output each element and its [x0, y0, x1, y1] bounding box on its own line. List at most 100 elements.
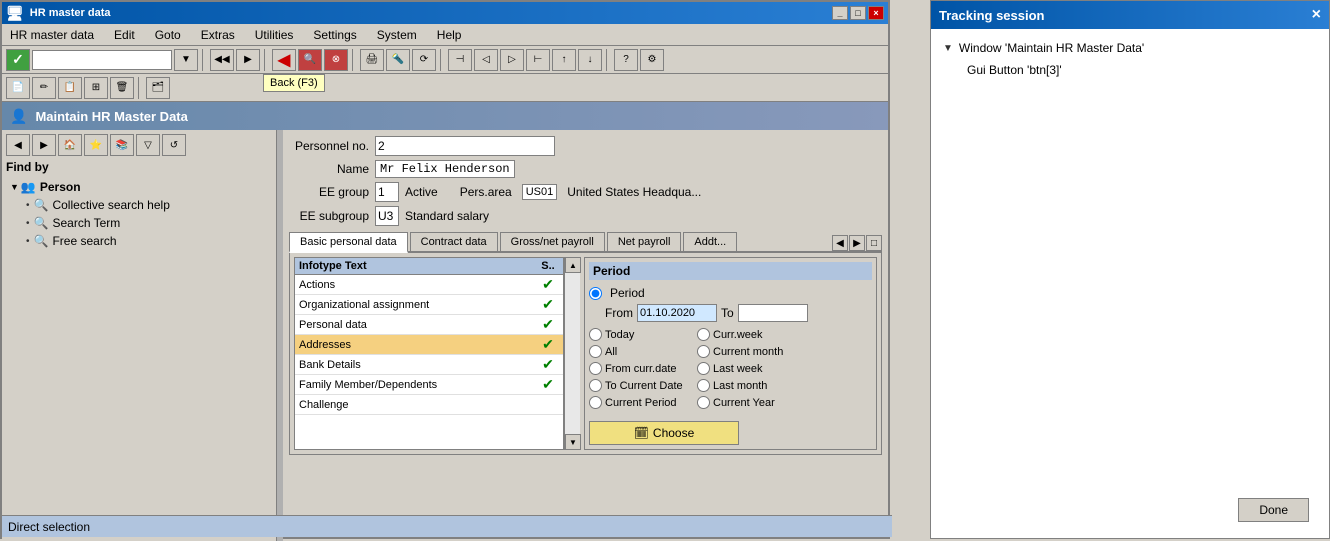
tab-scroll: ◀ ▶ □: [832, 235, 882, 251]
menu-goto[interactable]: Goto: [151, 26, 185, 44]
tab-content: Infotype Text S.. Actions ✔ Organization…: [289, 253, 882, 455]
period-radio[interactable]: [589, 287, 602, 300]
radio-last-week[interactable]: Last week: [697, 362, 797, 375]
it-row-1[interactable]: Organizational assignment ✔: [295, 295, 563, 315]
copy-btn[interactable]: 📋: [58, 77, 82, 99]
content-area: ◀ ▶ 🏠 ⭐ 📚 ▽ ↺ Find by ▼ 👥 Person • 🔍 Col…: [2, 130, 888, 541]
tree-child-free-search[interactable]: • 🔍 Free search: [6, 232, 272, 250]
ee-group-text: Active: [405, 185, 438, 199]
menu-edit[interactable]: Edit: [110, 26, 139, 44]
delete-btn[interactable]: 🗑: [110, 77, 134, 99]
nav-filter-btn[interactable]: ▽: [136, 134, 160, 156]
scroll-track[interactable]: [565, 273, 580, 434]
tree-child-search-term[interactable]: • 🔍 Search Term: [6, 214, 272, 232]
menu-system[interactable]: System: [373, 26, 421, 44]
find-btn[interactable]: 🔦: [386, 49, 410, 71]
period-from-input[interactable]: [637, 304, 717, 322]
radio-all[interactable]: All: [589, 345, 689, 358]
splitter[interactable]: [277, 130, 283, 541]
ee-group-input[interactable]: [375, 182, 399, 202]
it-row-3[interactable]: Addresses ✔: [295, 335, 563, 355]
nav-hist-btn[interactable]: 📚: [110, 134, 134, 156]
tracking-gui-item[interactable]: Gui Button 'btn[3]': [943, 63, 1317, 77]
it-header: Infotype Text S..: [295, 258, 563, 275]
choose-button[interactable]: 🗓 Choose: [589, 421, 739, 445]
scroll-up-btn[interactable]: ▲: [565, 257, 581, 273]
nav-right-btn[interactable]: ▶: [32, 134, 56, 156]
tab-scroll-right[interactable]: ▶: [849, 235, 865, 251]
find-next-btn[interactable]: ⟳: [412, 49, 436, 71]
radio-curr-week[interactable]: Curr.week: [697, 328, 797, 341]
save-button[interactable]: ✓: [6, 49, 30, 71]
last-btn[interactable]: ⊢: [526, 49, 550, 71]
maximize-button[interactable]: □: [850, 6, 866, 20]
arr4-btn[interactable]: ↑: [552, 49, 576, 71]
personnel-row: Personnel no.: [289, 136, 882, 156]
radio-to-current-date[interactable]: To Current Date: [589, 379, 689, 392]
menu-hr-master[interactable]: HR master data: [6, 26, 98, 44]
ee-subgroup-input[interactable]: [375, 206, 399, 226]
overview-btn[interactable]: 🗂: [146, 77, 170, 99]
tab-contract[interactable]: Contract data: [410, 232, 498, 251]
tab-scroll-left[interactable]: ◀: [832, 235, 848, 251]
it-row-0[interactable]: Actions ✔: [295, 275, 563, 295]
done-button[interactable]: Done: [1238, 498, 1309, 522]
nav-left-btn[interactable]: ◀: [6, 134, 30, 156]
menu-extras[interactable]: Extras: [197, 26, 239, 44]
radio-last-month[interactable]: Last month: [697, 379, 797, 392]
choose-label: Choose: [653, 426, 694, 440]
tree-child-collective[interactable]: • 🔍 Collective search help: [6, 196, 272, 214]
it-row-2[interactable]: Personal data ✔: [295, 315, 563, 335]
it-row-4[interactable]: Bank Details ✔: [295, 355, 563, 375]
arr5-btn[interactable]: ↓: [578, 49, 602, 71]
search-btn[interactable]: 🔍: [298, 49, 322, 71]
nav-home-btn[interactable]: 🏠: [58, 134, 82, 156]
tab-expand[interactable]: □: [866, 235, 882, 251]
radio-current-period[interactable]: Current Period: [589, 396, 689, 409]
nav-back-button[interactable]: ◀◀: [210, 49, 234, 71]
it-row-check-5: ✔: [533, 376, 563, 393]
back-button[interactable]: ◀ Back (F3): [272, 49, 296, 71]
settings2-btn[interactable]: ⚙: [640, 49, 664, 71]
next-btn[interactable]: ▷: [500, 49, 524, 71]
tracking-close-button[interactable]: ×: [1312, 6, 1321, 24]
tree-parent-person[interactable]: ▼ 👥 Person: [6, 178, 272, 196]
radio-current-year[interactable]: Current Year: [697, 396, 797, 409]
help-btn[interactable]: ?: [614, 49, 638, 71]
new-btn[interactable]: 📄: [6, 77, 30, 99]
radio-from-curr-date[interactable]: From curr.date: [589, 362, 689, 375]
nav-fwd-button[interactable]: ▶: [236, 49, 260, 71]
first-btn[interactable]: ⊣: [448, 49, 472, 71]
radio-current-month[interactable]: Current month: [697, 345, 797, 358]
nav-fav-btn[interactable]: ⭐: [84, 134, 108, 156]
it-row-6[interactable]: Challenge: [295, 395, 563, 415]
tab-gross-net[interactable]: Gross/net payroll: [500, 232, 605, 251]
radio-today[interactable]: Today: [589, 328, 689, 341]
prev-btn[interactable]: ◁: [474, 49, 498, 71]
stop-btn[interactable]: ⊗: [324, 49, 348, 71]
minimize-button[interactable]: _: [832, 6, 848, 20]
it-row-5[interactable]: Family Member/Dependents ✔: [295, 375, 563, 395]
tab-net[interactable]: Net payroll: [607, 232, 682, 251]
tab-addt[interactable]: Addt...: [683, 232, 737, 251]
nav-refresh-btn[interactable]: ↺: [162, 134, 186, 156]
tracking-window-item[interactable]: ▼ Window 'Maintain HR Master Data': [943, 41, 1317, 55]
dropdown-button[interactable]: ▼: [174, 49, 198, 71]
close-button[interactable]: ×: [868, 6, 884, 20]
find-by-label: Find by: [6, 160, 272, 174]
period-option-row-3: From curr.date Last week: [589, 362, 872, 375]
menu-help[interactable]: Help: [433, 26, 466, 44]
menu-utilities[interactable]: Utilities: [251, 26, 298, 44]
tab-basic[interactable]: Basic personal data: [289, 232, 408, 253]
direct-selection-bar: Direct selection: [283, 515, 888, 537]
command-input[interactable]: [32, 50, 172, 70]
scroll-down-btn[interactable]: ▼: [565, 434, 581, 450]
choose-row: 🗓 Choose: [589, 415, 872, 445]
personnel-input[interactable]: [375, 136, 555, 156]
delimit-btn[interactable]: ⊞: [84, 77, 108, 99]
period-to-input[interactable]: [738, 304, 808, 322]
page-title-bar: 👤 Maintain HR Master Data: [2, 102, 888, 130]
print-btn[interactable]: 🖨: [360, 49, 384, 71]
edit-btn[interactable]: ✏: [32, 77, 56, 99]
menu-settings[interactable]: Settings: [309, 26, 360, 44]
